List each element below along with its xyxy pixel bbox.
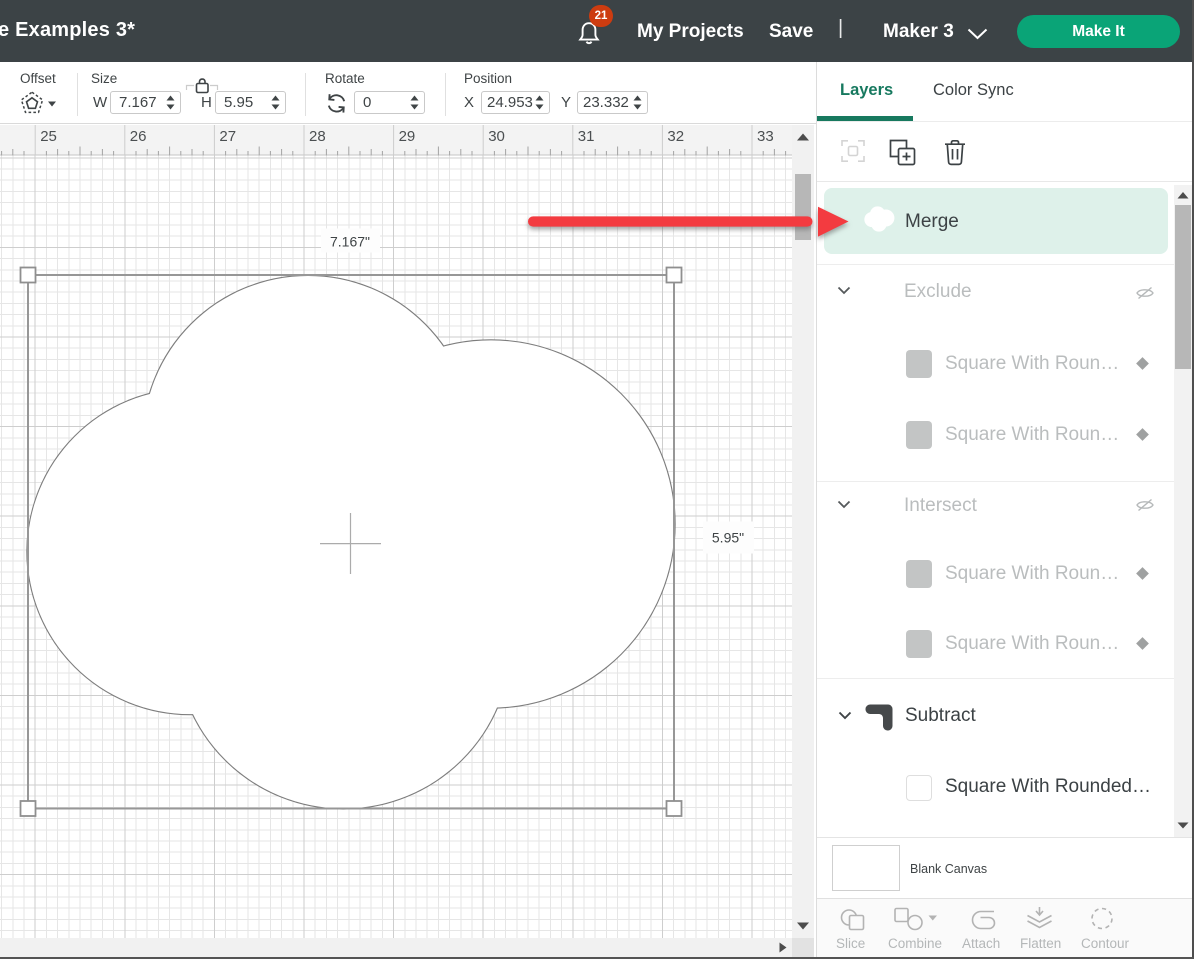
- svg-text:28: 28: [309, 128, 326, 145]
- svg-text:25: 25: [40, 128, 57, 145]
- svg-text:31: 31: [578, 128, 595, 145]
- svg-text:7.167": 7.167": [330, 234, 370, 250]
- svg-text:33: 33: [757, 128, 774, 145]
- svg-text:26: 26: [130, 128, 147, 145]
- svg-text:32: 32: [667, 128, 684, 145]
- svg-text:5.95": 5.95": [712, 530, 744, 546]
- svg-text:29: 29: [399, 128, 416, 145]
- svg-text:30: 30: [488, 128, 505, 145]
- svg-text:27: 27: [219, 128, 236, 145]
